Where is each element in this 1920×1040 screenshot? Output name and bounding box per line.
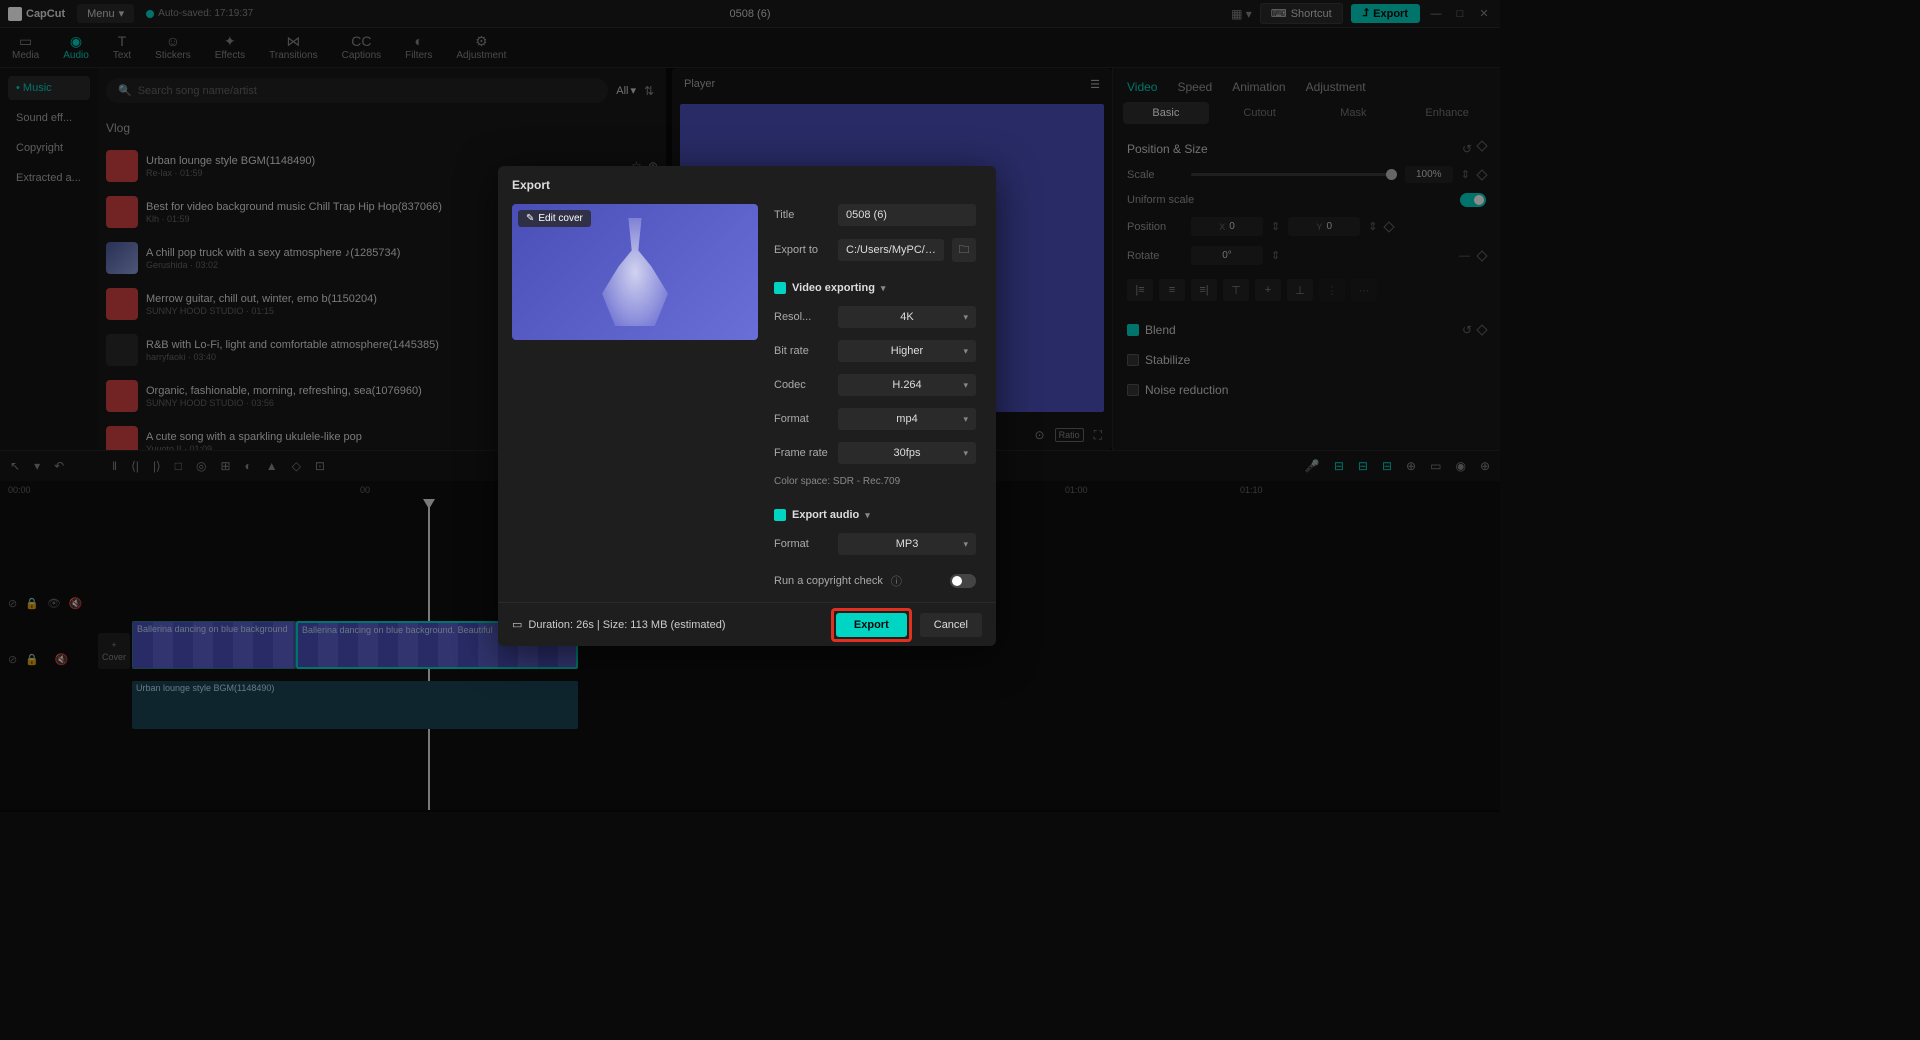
preview-content <box>602 218 668 326</box>
pencil-icon: ✎ <box>526 213 534 224</box>
copyright-check-label: Run a copyright check <box>774 575 883 587</box>
audio-format-select[interactable]: MP3 <box>838 533 976 555</box>
export-confirm-button[interactable]: Export <box>836 613 907 637</box>
copyright-toggle[interactable] <box>950 574 976 588</box>
video-exporting-label: Video exporting <box>792 282 875 294</box>
codec-select[interactable]: H.264 <box>838 374 976 396</box>
colorspace-label: Color space: SDR - Rec.709 <box>774 476 976 487</box>
folder-icon: 🗀 <box>959 241 970 260</box>
export-path-input[interactable]: C:/Users/MyPC/AppD... <box>838 239 944 261</box>
export-audio-label: Export audio <box>792 509 859 521</box>
cover-preview: ✎Edit cover <box>512 204 758 340</box>
dialog-title: Export <box>498 166 996 204</box>
export-dialog: Export ✎Edit cover Title0508 (6) Export … <box>498 166 996 646</box>
file-icon: ▭ <box>512 618 522 631</box>
title-input[interactable]: 0508 (6) <box>838 204 976 226</box>
checkbox-icon[interactable] <box>774 509 786 521</box>
bitrate-select[interactable]: Higher <box>838 340 976 362</box>
checkbox-icon[interactable] <box>774 282 786 294</box>
resolution-select[interactable]: 4K <box>838 306 976 328</box>
edit-cover-button[interactable]: ✎Edit cover <box>518 210 591 227</box>
duration-info: ▭Duration: 26s | Size: 113 MB (estimated… <box>512 618 725 631</box>
framerate-select[interactable]: 30fps <box>838 442 976 464</box>
format-select[interactable]: mp4 <box>838 408 976 430</box>
info-icon[interactable]: ⓘ <box>891 573 902 589</box>
browse-folder-button[interactable]: 🗀 <box>952 238 976 262</box>
cancel-button[interactable]: Cancel <box>920 613 982 637</box>
export-highlight-box: Export <box>831 608 912 642</box>
